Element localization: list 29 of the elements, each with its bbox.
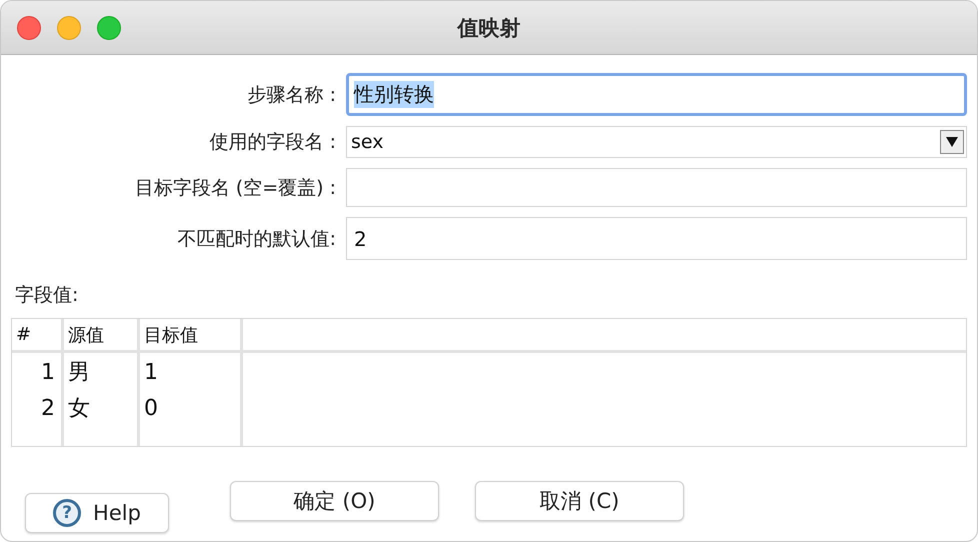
section-label: 字段值:	[15, 283, 80, 308]
row-number: 2	[41, 395, 56, 423]
help-button[interactable]: ? Help	[25, 493, 169, 533]
cancel-button[interactable]: 取消 (C)	[475, 481, 684, 521]
field-label: 步骤名称 :	[246, 82, 336, 108]
table-cell-text: 1	[143, 359, 158, 387]
dropdown-field[interactable]: sex	[346, 126, 967, 158]
close-button[interactable]	[17, 16, 41, 40]
column-header[interactable]: 源值	[64, 319, 140, 353]
table-cell-text: 0	[143, 395, 158, 423]
field-label: 不匹配时的默认值:	[176, 226, 336, 252]
row-number: 1	[41, 359, 56, 387]
caret-icon	[946, 137, 958, 147]
field-label: 使用的字段名 :	[208, 130, 336, 155]
ok-button[interactable]: 确定 (O)	[230, 481, 439, 521]
help-icon: ?	[53, 499, 82, 527]
minimize-button[interactable]	[57, 16, 81, 40]
table-cell-text: 男	[67, 359, 90, 387]
dropdown-button[interactable]	[940, 130, 964, 154]
input-field[interactable]: 性别转换	[346, 73, 967, 116]
dropdown-value: sex	[351, 131, 384, 153]
column-header[interactable]: 目标值	[140, 319, 243, 353]
window-title: 值映射	[458, 14, 520, 42]
zoom-button[interactable]	[97, 16, 121, 40]
column-header[interactable]: #	[12, 319, 64, 353]
input-field[interactable]: 2	[346, 217, 967, 260]
input-field[interactable]	[346, 168, 967, 207]
table-cell-text: 女	[67, 395, 90, 423]
field-label: 目标字段名 (空=覆盖) :	[134, 176, 336, 200]
